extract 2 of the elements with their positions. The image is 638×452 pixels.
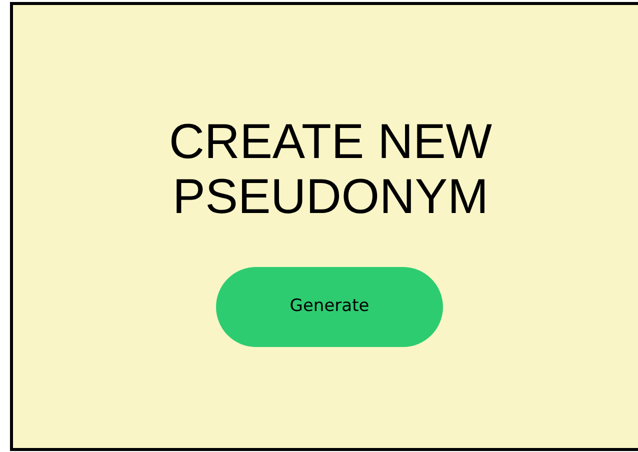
- page-heading: CREATE NEW PSEUDONYM: [168, 115, 494, 225]
- generate-button[interactable]: Generate: [216, 267, 443, 347]
